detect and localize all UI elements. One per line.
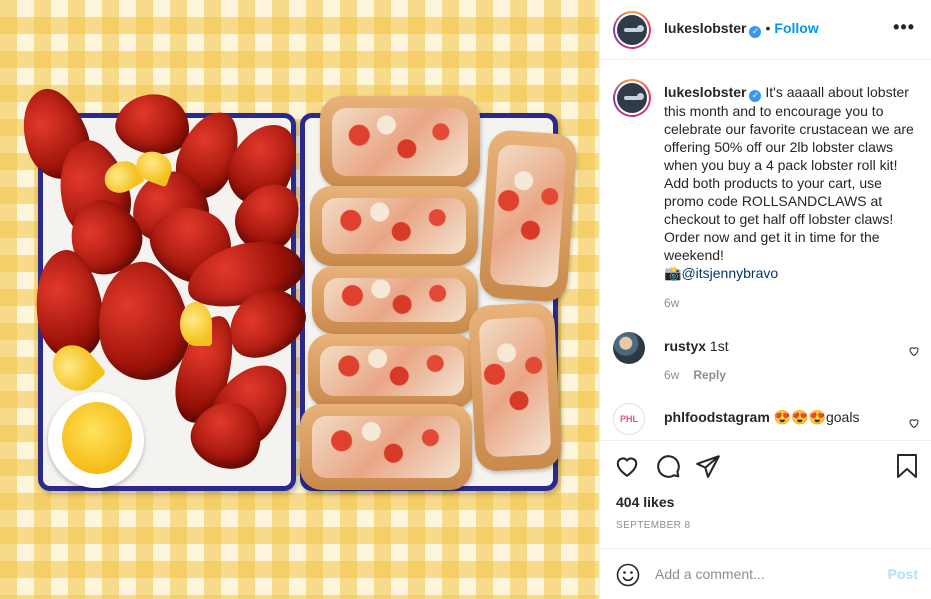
smiley-icon[interactable] (616, 563, 640, 587)
commenter-avatar[interactable]: PHL (613, 403, 645, 435)
comment-username[interactable]: phlfoodstagram (664, 409, 770, 425)
commenter-avatar[interactable] (613, 332, 645, 364)
lobster-roll (310, 186, 478, 266)
post-button[interactable]: Post (888, 566, 918, 582)
post-sidebar: lukeslobster ✓ • Follow ••• lukeslobster ✓ I… (599, 0, 931, 599)
lemon-wedge (180, 302, 212, 346)
caption: lukeslobster ✓ It's aaaall about lobster … (613, 79, 922, 312)
lobster-roll (478, 129, 578, 303)
comment-icon[interactable] (655, 453, 681, 479)
butter-cup (48, 392, 144, 488)
caption-username[interactable]: lukeslobster (664, 84, 746, 100)
lobster-logo-icon (617, 15, 647, 45)
caption-time[interactable]: 6w (664, 294, 922, 312)
post-date[interactable]: SEPTEMBER 8 (616, 520, 690, 531)
comment-time[interactable]: 6w (664, 368, 679, 382)
lobster-roll (312, 266, 478, 334)
caption-avatar[interactable] (613, 79, 651, 117)
bookmark-icon[interactable] (895, 453, 919, 479)
melted-butter (62, 402, 132, 474)
add-comment-bar: Post (600, 548, 931, 599)
like-comment-heart-icon[interactable] (908, 417, 920, 429)
post-photo[interactable] (0, 0, 599, 599)
comment-username[interactable]: rustyx (664, 338, 706, 354)
share-icon[interactable] (695, 453, 721, 479)
header-user: lukeslobster ✓ • Follow (664, 20, 819, 38)
like-comment-heart-icon[interactable] (908, 345, 920, 357)
username-link[interactable]: lukeslobster (664, 20, 746, 36)
post-actions: 404 likes SEPTEMBER 8 (600, 440, 931, 548)
separator-dot: • (765, 20, 771, 36)
comments-section[interactable]: lukeslobster ✓ It's aaaall about lobster … (600, 61, 931, 439)
comment-text: goals (825, 409, 860, 425)
avatar[interactable] (613, 11, 651, 49)
comment-emoji: 😍😍😍 (773, 409, 826, 425)
photo-credit-link[interactable]: @itsjennybravo (681, 265, 778, 281)
likes-count[interactable]: 404 likes (616, 494, 674, 510)
lobster-roll (300, 404, 472, 490)
comment-item: rustyx 1st 6w Reply (613, 332, 904, 382)
comment-input[interactable] (655, 563, 875, 585)
camera-emoji: 📸 (664, 265, 682, 281)
verified-badge-icon: ✓ (749, 90, 762, 102)
lobster-roll (308, 334, 476, 408)
follow-button[interactable]: Follow (774, 20, 818, 36)
verified-badge-icon: ✓ (749, 26, 762, 38)
lobster-logo-icon (617, 83, 647, 113)
more-options-icon[interactable]: ••• (893, 17, 915, 38)
comment-text: 1st (709, 338, 729, 354)
heart-icon[interactable] (614, 453, 640, 479)
lobster-roll (467, 301, 563, 473)
caption-text: It's aaaall about lobster this month and… (664, 84, 914, 263)
reply-button[interactable]: Reply (693, 368, 726, 382)
lobster-roll (320, 96, 480, 188)
comment-item: PHL phlfoodstagram 😍😍😍goals (613, 403, 904, 435)
post-header: lukeslobster ✓ • Follow ••• (600, 0, 931, 60)
